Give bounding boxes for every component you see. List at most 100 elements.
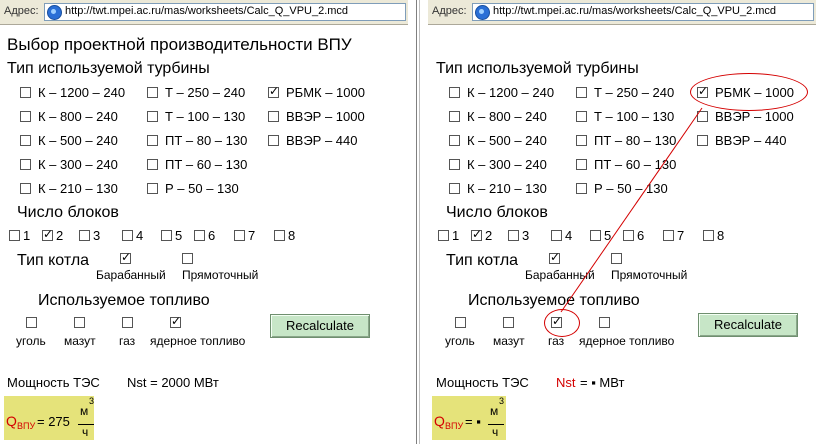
address-input[interactable]: http://twt.mpei.ac.ru/mas/worksheets/Cal… [472,3,814,21]
q-subscript: ВПУ [17,421,36,431]
turbine-checkbox[interactable] [449,183,460,194]
boiler-type-label: Барабанный [96,268,166,282]
turbine-checkbox[interactable] [20,135,31,146]
block-count-checkbox[interactable] [161,230,172,241]
block-count-checkbox[interactable] [9,230,20,241]
block-count-checkbox[interactable] [122,230,133,241]
turbine-checkbox[interactable] [449,135,460,146]
block-count-checkbox[interactable] [663,230,674,241]
nst-value: Nst = 2000 МВт [127,375,219,390]
pane-divider-shadow [419,0,420,444]
turbine-checkbox[interactable] [449,111,460,122]
boiler-type-label: Прямоточный [611,268,688,282]
block-count-label: 5 [175,228,183,243]
turbine-checkbox[interactable] [147,135,158,146]
turbine-checkbox[interactable] [147,111,158,122]
turbine-checkbox[interactable] [576,87,587,98]
q-subscript: ВПУ [445,421,464,431]
block-count-label: 1 [23,228,31,243]
q-unit-exponent: 3 [89,396,95,406]
block-count-checkbox[interactable] [471,227,482,241]
turbine-checkbox[interactable] [449,159,460,170]
block-count-checkbox[interactable] [234,230,245,241]
left-worksheet-pane: Адрес: http://twt.mpei.ac.ru/mas/workshe… [0,0,408,444]
q-unit-denominator: ч [82,425,89,439]
turbine-checkbox[interactable] [268,111,279,122]
turbine-checkbox[interactable] [449,87,460,98]
turbine-checkbox[interactable] [697,135,708,146]
fuel-type-label: ядерное топливо [150,334,246,348]
power-label: Мощность ТЭС [436,375,529,390]
fuel-type-checkbox[interactable] [26,317,37,328]
turbine-label: К – 210 – 130 [467,181,547,196]
block-count-checkbox[interactable] [623,230,634,241]
address-bar: Адрес: http://twt.mpei.ac.ru/mas/workshe… [0,0,408,25]
turbine-label: К – 210 – 130 [38,181,118,196]
block-count-label: 4 [565,228,573,243]
q-symbol: Q [6,413,17,429]
turbine-checkbox[interactable] [20,111,31,122]
turbine-checkbox[interactable] [697,111,708,122]
block-count-checkbox[interactable] [703,230,714,241]
block-count-checkbox[interactable] [438,230,449,241]
ie-page-icon [475,5,490,20]
fuel-type-checkbox[interactable] [599,317,610,328]
block-count-label: 7 [248,228,256,243]
block-count-label: 5 [604,228,612,243]
block-count-label: 2 [485,228,493,243]
block-count-label: 6 [637,228,645,243]
boiler-type-checkbox[interactable] [549,250,560,264]
turbine-checkbox[interactable] [20,159,31,170]
turbine-label: К – 800 – 240 [467,109,547,124]
turbine-checkbox[interactable] [147,183,158,194]
power-label: Мощность ТЭС [7,375,100,390]
address-label: Адрес: [432,5,467,17]
address-url: http://twt.mpei.ac.ru/mas/worksheets/Cal… [65,5,349,17]
turbine-label: Т – 250 – 240 [594,85,675,100]
q-vpu-result: Q ВПУ = 275 м 3 ч [4,396,94,440]
recalculate-button[interactable]: Recalculate [698,313,798,337]
block-count-label: 4 [136,228,144,243]
blocks-heading: Число блоков [17,204,119,221]
boiler-type-checkbox[interactable] [611,253,622,264]
turbine-checkbox[interactable] [576,183,587,194]
blocks-heading: Число блоков [446,204,548,221]
address-input[interactable]: http://twt.mpei.ac.ru/mas/worksheets/Cal… [44,3,406,21]
block-count-checkbox[interactable] [42,227,53,241]
turbine-checkbox[interactable] [268,135,279,146]
fuel-type-checkbox[interactable] [74,317,85,328]
turbine-checkbox[interactable] [20,183,31,194]
turbine-label: Т – 250 – 240 [165,85,246,100]
fuel-type-label: уголь [445,334,475,348]
block-count-checkbox[interactable] [508,230,519,241]
boiler-heading: Тип котла [446,252,519,269]
fuel-type-checkbox[interactable] [170,314,181,328]
block-count-checkbox[interactable] [194,230,205,241]
turbine-checkbox[interactable] [576,111,587,122]
turbine-label: К – 1200 – 240 [467,85,555,100]
block-count-label: 6 [208,228,216,243]
right-worksheet-pane: Адрес: http://twt.mpei.ac.ru/mas/workshe… [428,0,816,444]
block-count-checkbox[interactable] [274,230,285,241]
block-count-checkbox[interactable] [551,230,562,241]
rbmk-highlight-ellipse [690,73,808,111]
turbine-checkbox[interactable] [576,135,587,146]
boiler-heading: Тип котла [17,252,90,269]
turbine-checkbox[interactable] [20,87,31,98]
fuel-type-checkbox[interactable] [455,317,466,328]
turbine-label: Т – 100 – 130 [165,109,246,124]
fuel-type-checkbox[interactable] [122,317,133,328]
boiler-type-checkbox[interactable] [120,250,131,264]
turbine-heading: Тип используемой турбины [436,60,639,77]
turbine-checkbox[interactable] [576,159,587,170]
turbine-label: ПТ – 60 – 130 [165,157,248,172]
recalculate-button[interactable]: Recalculate [270,314,370,338]
block-count-checkbox[interactable] [79,230,90,241]
boiler-type-checkbox[interactable] [182,253,193,264]
fuel-type-checkbox[interactable] [503,317,514,328]
block-count-checkbox[interactable] [590,230,601,241]
turbine-checkbox[interactable] [147,159,158,170]
turbine-label: ВВЭР – 1000 [715,109,794,124]
turbine-checkbox[interactable] [268,84,279,98]
turbine-checkbox[interactable] [147,87,158,98]
